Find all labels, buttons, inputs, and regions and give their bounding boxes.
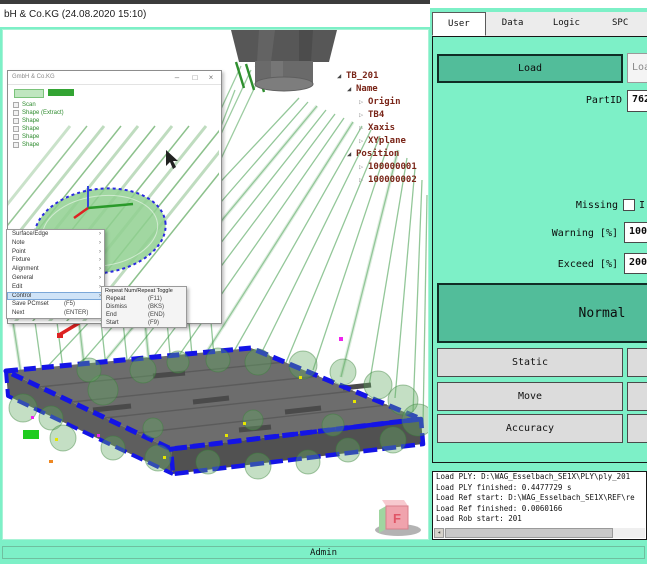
collapse-icon[interactable]: ▷ <box>359 122 368 135</box>
status-bar: Admin <box>2 546 645 559</box>
load-aux-button[interactable]: Loa <box>627 53 647 83</box>
move-button[interactable]: Move <box>437 382 623 411</box>
menu-item[interactable]: Point <box>7 248 104 257</box>
collapse-icon[interactable]: ▷ <box>359 135 368 148</box>
submenu-header: Repeat Num/Repeat Toggle <box>102 287 186 295</box>
tree-node[interactable]: ◢Position <box>347 148 432 161</box>
tree-node[interactable]: ◢Name <box>347 83 432 96</box>
inner-window-titlebar[interactable]: GmbH & Co.KG – □ × <box>8 71 221 85</box>
cursor-icon <box>166 150 178 169</box>
menu-shortcut: (ENTER) <box>64 309 88 318</box>
layer-checkbox[interactable] <box>13 102 19 108</box>
load-button[interactable]: Load <box>437 54 623 83</box>
menu-item[interactable]: Fixture <box>7 256 104 265</box>
maximize-icon[interactable]: □ <box>187 72 203 83</box>
app-window: bH & Co.KG (24.08.2020 15:10) <box>0 0 647 564</box>
accuracy-aux-button[interactable] <box>627 414 647 443</box>
part-id-input[interactable]: 762 <box>627 90 647 112</box>
static-aux-button[interactable] <box>627 348 647 377</box>
menu-item[interactable]: General <box>7 274 104 283</box>
log-line: Load Ref finished: 0.0060166 <box>433 504 646 515</box>
menu-shortcut: (F9) <box>148 319 159 327</box>
close-icon[interactable]: × <box>203 72 219 83</box>
collapse-icon[interactable]: ▷ <box>359 96 368 109</box>
state-normal-button[interactable]: Normal <box>437 283 647 343</box>
log-line: Load PLY: D:\WAG_Esselbach_SE1X\PLY\ply_… <box>433 472 646 483</box>
submenu-item[interactable]: Dismiss(BKS) <box>102 303 186 311</box>
tab-data[interactable]: Data <box>486 12 540 35</box>
submenu-item[interactable]: End(END) <box>102 311 186 319</box>
tree-node[interactable]: ▷Origin <box>359 96 432 109</box>
sensor-head <box>229 30 339 94</box>
tab-user[interactable]: User <box>432 12 486 36</box>
missing-checkbox-label: I <box>639 200 645 211</box>
menu-shortcut: (F5) <box>64 300 75 309</box>
logged-in-user: Admin <box>310 548 337 558</box>
status-badge <box>14 89 44 98</box>
expand-icon[interactable]: ◢ <box>337 70 346 83</box>
tab-logic[interactable]: Logic <box>540 12 594 35</box>
accuracy-button[interactable]: Accuracy <box>437 414 623 443</box>
minimize-icon[interactable]: – <box>169 72 185 83</box>
3d-viewport[interactable]: F ◢TB_201 ◢Name ▷Origin ▷TB4 ▷Xaxis ▷XYp… <box>2 29 429 540</box>
tree-node[interactable]: ▷XYplane <box>359 135 432 148</box>
expand-icon[interactable]: ◢ <box>347 83 356 96</box>
log-line: Load PLY finished: 0.4477729 s <box>433 483 646 494</box>
scroll-left-icon[interactable] <box>434 528 444 538</box>
menu-shortcut: (F11) <box>148 295 162 303</box>
part-id-label: PartID <box>500 95 622 106</box>
context-menu[interactable]: Surface/Edge Note Point Fixture Alignmen… <box>6 229 105 319</box>
feature-tree[interactable]: ◢TB_201 ◢Name ▷Origin ▷TB4 ▷Xaxis ▷XYpla… <box>337 70 432 187</box>
log-line: Load Ref start: D:\WAG_Esselbach_SE1X\RE… <box>433 493 646 504</box>
submenu-item[interactable]: Repeat(F11) <box>102 295 186 303</box>
view-orientation-cube[interactable]: F <box>375 500 421 536</box>
inner-window-title: GmbH & Co.KG <box>12 74 55 80</box>
tree-node[interactable]: ▷TB4 <box>359 109 432 122</box>
log-console[interactable]: Load PLY: D:\WAG_Esselbach_SE1X\PLY\ply_… <box>432 471 647 540</box>
log-horizontal-scrollbar[interactable] <box>434 528 645 538</box>
menu-shortcut: (END) <box>148 311 165 319</box>
collapse-icon[interactable]: ▷ <box>359 161 368 174</box>
menu-shortcut: (BKS) <box>148 303 164 311</box>
static-button[interactable]: Static <box>437 348 623 377</box>
log-line: Load Rob start: 201 <box>433 514 646 525</box>
window-top-edge <box>0 0 430 4</box>
exceed-input[interactable]: 200 <box>624 253 647 274</box>
tree-node[interactable]: ◢TB_201 <box>337 70 432 83</box>
scrollbar-thumb[interactable] <box>445 528 613 538</box>
tree-node[interactable]: ▷Xaxis <box>359 122 432 135</box>
menu-item[interactable]: Surface/Edge <box>7 230 104 239</box>
window-title: bH & Co.KG (24.08.2020 15:10) <box>4 9 146 20</box>
move-aux-button[interactable] <box>627 382 647 411</box>
context-submenu[interactable]: Repeat Num/Repeat Toggle Repeat(F11) Dis… <box>101 286 187 328</box>
menu-item[interactable]: Alignment <box>7 265 104 274</box>
panel-tabs[interactable]: User Data Logic SPC <box>432 12 647 37</box>
menu-item[interactable]: Save PCmset(F5) <box>7 300 104 309</box>
exceed-label: Exceed [%] <box>470 259 618 270</box>
menu-item[interactable]: Edit <box>7 283 104 292</box>
warning-label: Warning [%] <box>470 228 618 239</box>
tree-node[interactable]: ▷100000001 <box>359 161 432 174</box>
menu-item-control-highlighted[interactable]: Control <box>7 292 104 301</box>
layer-item[interactable]: Scan <box>13 101 64 109</box>
menu-item[interactable]: Next(ENTER) <box>7 309 104 318</box>
status-badge <box>48 89 74 96</box>
collapse-icon[interactable]: ▷ <box>359 174 368 187</box>
submenu-item[interactable]: Start(F9) <box>102 319 186 327</box>
tab-spc[interactable]: SPC <box>593 12 647 35</box>
missing-checkbox[interactable] <box>623 199 635 211</box>
view-cube-face-label: F <box>393 511 401 526</box>
missing-label: Missing <box>500 200 618 211</box>
collapse-icon[interactable]: ▷ <box>359 109 368 122</box>
warning-input[interactable]: 100 <box>624 222 647 243</box>
menu-item[interactable]: Note <box>7 239 104 248</box>
tree-node[interactable]: ▷100000002 <box>359 174 432 187</box>
expand-icon[interactable]: ◢ <box>347 148 356 161</box>
